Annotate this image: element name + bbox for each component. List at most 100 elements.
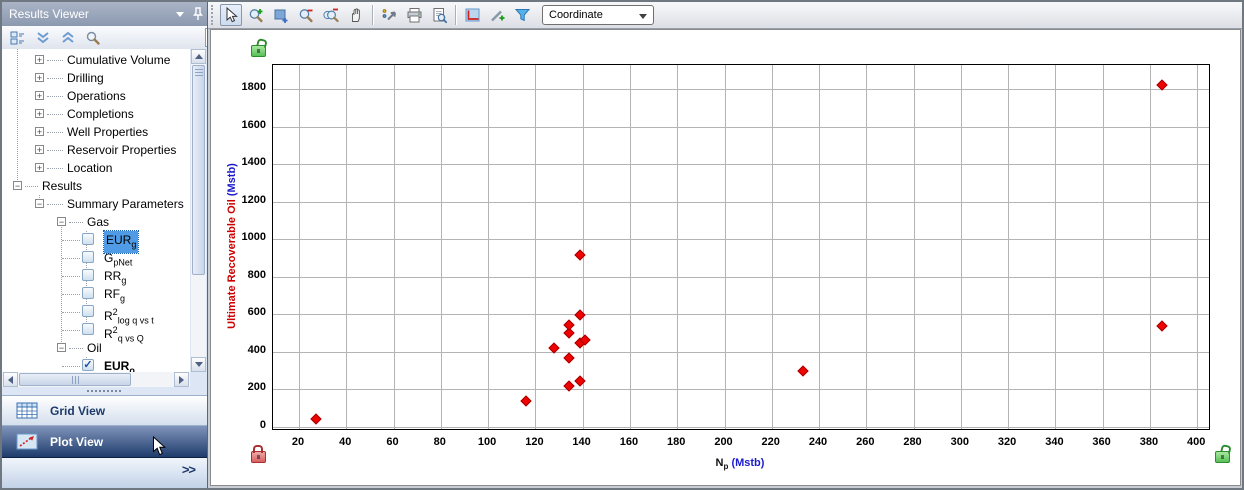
tree-item-label: Oil — [87, 339, 102, 357]
tree-collapse-toggle[interactable]: − — [35, 199, 44, 208]
tree-item-label: Gas — [87, 213, 109, 231]
gridline-vertical — [1055, 65, 1056, 429]
zoom-window-icon[interactable] — [270, 4, 292, 26]
scroll-right-button[interactable] — [174, 372, 189, 387]
tree-item-r2-q-vs-q[interactable]: R2q vs Q — [2, 321, 190, 339]
gridline-vertical — [535, 65, 536, 429]
print-preview-icon[interactable] — [428, 4, 450, 26]
scroll-up-button[interactable] — [191, 49, 206, 64]
scroll-left-button[interactable] — [3, 372, 18, 387]
gridline-horizontal — [273, 239, 1209, 240]
expand-all-icon[interactable] — [59, 30, 77, 46]
tree-item-reservoir-properties[interactable]: +Reservoir Properties — [2, 141, 190, 159]
x-tick-label: 260 — [856, 436, 874, 448]
horizontal-scroll-thumb[interactable] — [19, 373, 131, 386]
x-tick-label: 100 — [478, 436, 496, 448]
tree-item-eur-o[interactable]: ✓EURo — [2, 357, 190, 372]
origin-lock-icon[interactable] — [251, 451, 266, 463]
tree-expand-toggle[interactable]: + — [35, 127, 44, 136]
tree-item-well-properties[interactable]: +Well Properties — [2, 123, 190, 141]
tree-connector — [69, 348, 83, 349]
checkbox-eur-g[interactable] — [82, 233, 94, 245]
vertical-scroll-thumb[interactable] — [192, 65, 205, 275]
tree-item-label: Results — [42, 177, 82, 195]
tree-item-cumulative-volume[interactable]: +Cumulative Volume — [2, 51, 190, 69]
tree-collapse-toggle[interactable]: − — [57, 217, 66, 226]
chart-area[interactable] — [272, 64, 1210, 430]
tree-connector — [47, 132, 63, 133]
pan-hand-icon[interactable] — [345, 4, 367, 26]
select-pointer-tool[interactable] — [220, 4, 242, 26]
checkbox-eur-o[interactable]: ✓ — [82, 359, 94, 371]
gridline-horizontal — [273, 389, 1209, 390]
tree-vertical-scrollbar[interactable] — [191, 49, 206, 372]
tree-item-eur-g[interactable]: EURg — [2, 231, 190, 249]
panel-splitter[interactable] — [2, 387, 206, 395]
plot-mode-dropdown[interactable]: Coordinate — [542, 5, 654, 25]
tree-connector — [62, 258, 80, 259]
y-axis-unlock-icon[interactable] — [251, 45, 266, 57]
checkbox-gp-net[interactable] — [82, 251, 94, 263]
results-tree: +Cumulative Volume+Drilling+Operations+C… — [2, 49, 190, 372]
axis-properties-icon[interactable] — [461, 4, 483, 26]
tree-item-results[interactable]: − Results — [2, 177, 190, 195]
checkbox-r2-q-vs-q[interactable] — [82, 323, 94, 335]
tree-expand-toggle[interactable]: + — [35, 91, 44, 100]
tree-horizontal-scrollbar[interactable] — [2, 372, 190, 387]
tree-item-rf-g[interactable]: RFg — [2, 285, 190, 303]
more-views-button[interactable]: >> — [182, 462, 195, 477]
zoom-out-icon[interactable] — [295, 4, 317, 26]
gridline-horizontal — [273, 89, 1209, 90]
zoom-previous-icon[interactable] — [320, 4, 342, 26]
zoom-in-icon[interactable] — [245, 4, 267, 26]
checkbox-rf-g[interactable] — [82, 287, 94, 299]
checkbox-r2-log-q-vs-t[interactable] — [82, 305, 94, 317]
add-reference-line-icon[interactable] — [486, 4, 508, 26]
y-tick-label: 0 — [224, 419, 266, 431]
gridline-horizontal — [273, 352, 1209, 353]
tree-item-rr-g[interactable]: RRg — [2, 267, 190, 285]
gridline-horizontal — [273, 277, 1209, 278]
tree-collapse-toggle[interactable]: − — [57, 343, 66, 352]
app-window: Results Viewer — [0, 0, 1244, 490]
search-icon[interactable] — [84, 30, 102, 46]
tree-item-r2-log-q-vs-t[interactable]: R2log q vs t — [2, 303, 190, 321]
tree-expand-toggle[interactable]: + — [35, 145, 44, 154]
tree-item-gas[interactable]: − Gas — [2, 213, 190, 231]
print-icon[interactable] — [403, 4, 425, 26]
grid-view-button[interactable]: Grid View — [2, 395, 207, 426]
tree-item-oil[interactable]: − Oil — [2, 339, 190, 357]
y-tick-label: 1600 — [224, 119, 266, 131]
tree-item-summary-parameters[interactable]: −Summary Parameters — [2, 195, 190, 213]
x-tick-label: 280 — [903, 436, 921, 448]
pin-icon[interactable] — [192, 7, 204, 26]
tree-expand-toggle[interactable]: + — [35, 109, 44, 118]
plot-view-button[interactable]: Plot View — [2, 426, 207, 458]
x-tick-label: 380 — [1140, 436, 1158, 448]
gridline-vertical — [346, 65, 347, 429]
y-tick-label: 800 — [224, 269, 266, 281]
filter-icon[interactable] — [511, 4, 533, 26]
scroll-down-button[interactable] — [191, 357, 206, 372]
tree-layout-icon[interactable] — [9, 30, 27, 46]
tree-item-completions[interactable]: +Completions — [2, 105, 190, 123]
tree-item-operations[interactable]: +Operations — [2, 87, 190, 105]
y-tick-label: 600 — [224, 306, 266, 318]
x-axis-unlock-icon[interactable] — [1215, 451, 1230, 463]
copy-plot-icon[interactable] — [378, 4, 400, 26]
tree-expand-toggle[interactable]: + — [35, 73, 44, 82]
dropdown-arrow-icon — [639, 14, 647, 23]
tree-collapse-toggle[interactable]: − — [13, 181, 22, 190]
checkbox-rr-g[interactable] — [82, 269, 94, 281]
plot-view-icon — [16, 432, 40, 451]
chevron-down-icon[interactable] — [174, 7, 186, 25]
tree-expand-toggle[interactable]: + — [35, 55, 44, 64]
tree-item-location[interactable]: +Location — [2, 159, 190, 177]
tree-expand-toggle[interactable]: + — [35, 163, 44, 172]
tree-item-gp-net[interactable]: GpNet — [2, 249, 190, 267]
collapse-all-icon[interactable] — [34, 30, 52, 46]
tree-connector — [62, 312, 80, 313]
tree-item-drilling[interactable]: +Drilling — [2, 69, 190, 87]
tree-connector — [62, 366, 80, 367]
toolbar-grip[interactable] — [211, 5, 216, 25]
